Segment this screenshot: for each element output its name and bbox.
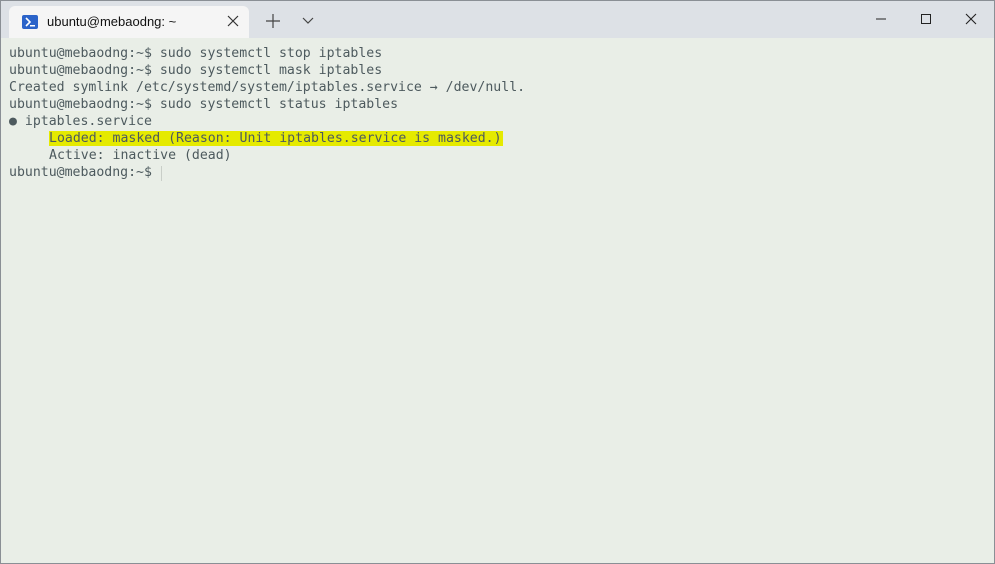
text-cursor (161, 166, 162, 181)
powershell-icon (22, 15, 38, 29)
terminal-line: Created symlink /etc/systemd/system/ipta… (9, 80, 526, 95)
terminal-line: ubuntu@mebaodng:~$ sudo systemctl status… (9, 97, 399, 112)
terminal-window: ubuntu@mebaodng: ~ ubuntu@mebaodng:~$ su… (0, 0, 995, 564)
tab-ubuntu[interactable]: ubuntu@mebaodng: ~ (9, 6, 249, 38)
terminal-line: Active: inactive (dead) (49, 148, 232, 163)
terminal-line-highlighted: Loaded: masked (Reason: Unit iptables.se… (49, 130, 503, 147)
close-tab-icon[interactable] (226, 14, 240, 28)
tab-title: ubuntu@mebaodng: ~ (47, 14, 177, 29)
terminal-line: ubuntu@mebaodng:~$ sudo systemctl stop i… (9, 46, 383, 61)
plus-icon[interactable] (263, 11, 283, 31)
minimize-button[interactable] (858, 1, 904, 38)
terminal-line: ● iptables.service (9, 114, 152, 129)
title-bar: ubuntu@mebaodng: ~ (1, 1, 994, 38)
terminal-line: ubuntu@mebaodng:~$ sudo systemctl mask i… (9, 63, 383, 78)
maximize-icon (921, 14, 931, 24)
minimize-icon (876, 18, 886, 20)
close-window-button[interactable] (948, 1, 994, 38)
terminal-output[interactable]: ubuntu@mebaodng:~$ sudo systemctl stop i… (1, 38, 994, 563)
chevron-down-icon[interactable] (300, 13, 316, 29)
terminal-prompt: ubuntu@mebaodng:~$ (9, 165, 152, 180)
maximize-button[interactable] (903, 1, 949, 38)
close-icon (965, 13, 977, 25)
highlighted-text: Loaded: masked (Reason: Unit iptables.se… (49, 131, 503, 146)
